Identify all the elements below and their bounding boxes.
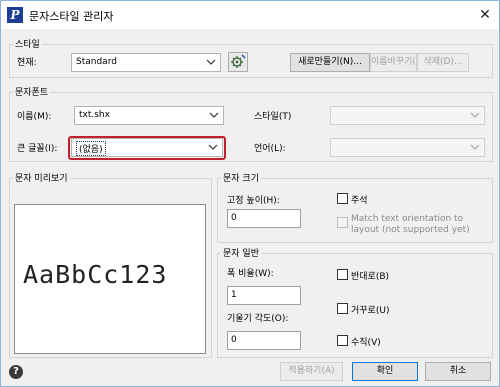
title-bar: P 문자스타일 관리자 ✕: [1, 1, 499, 29]
style-group-title: 스타일: [13, 37, 42, 50]
annotative-label: 주석: [351, 196, 368, 206]
vertical-checkbox[interactable]: [337, 335, 348, 346]
annotative-checkbox[interactable]: [337, 193, 348, 204]
text-style-manager-dialog: P 문자스타일 관리자 ✕ 스타일 현재: Standard 새로만들기(N).…: [0, 0, 500, 387]
font-name-label: 이름(M):: [17, 112, 52, 122]
chevron-down-icon: [209, 112, 219, 118]
match-orientation-label-line2: layout (not supported yet): [351, 225, 470, 235]
fixed-height-value: 0: [231, 213, 237, 223]
font-name-select[interactable]: txt.shx: [74, 106, 224, 125]
cancel-button[interactable]: 취소: [425, 362, 491, 381]
general-group-title: 문자 일반: [221, 246, 261, 259]
delete-style-button[interactable]: 삭제(D)...: [417, 53, 469, 72]
preview-sample-text: AaBbCc123: [23, 260, 168, 289]
window-title: 문자스타일 관리자: [29, 10, 114, 23]
current-style-label: 현재:: [17, 58, 37, 68]
upside-down-label: 반대로(B): [351, 272, 390, 282]
width-factor-value: 1: [231, 290, 237, 300]
style-settings-icon[interactable]: [228, 52, 248, 72]
fixed-height-input[interactable]: 0: [227, 209, 301, 228]
ok-button[interactable]: 확인: [352, 362, 418, 381]
rename-style-button[interactable]: 이름바꾸기(R): [370, 53, 417, 72]
help-icon[interactable]: ?: [9, 365, 23, 379]
text-preview-box: AaBbCc123: [14, 204, 206, 354]
oblique-angle-label: 기울기 각도(O):: [227, 314, 289, 324]
font-group-title: 문자폰트: [13, 85, 51, 98]
chevron-down-icon: [470, 144, 480, 150]
upside-down-checkbox[interactable]: [337, 269, 348, 280]
app-logo-icon: P: [7, 7, 23, 23]
fixed-height-label: 고정 높이(H):: [227, 196, 280, 206]
backwards-checkbox[interactable]: [337, 303, 348, 314]
match-orientation-label-line1: Match text orientation to: [351, 214, 464, 224]
backwards-label: 거꾸로(U): [351, 306, 390, 316]
width-factor-input[interactable]: 1: [227, 286, 301, 305]
language-select[interactable]: [330, 138, 485, 157]
size-group-title: 문자 크기: [221, 171, 261, 184]
chevron-down-icon: [470, 112, 480, 118]
font-name-value: txt.shx: [79, 110, 110, 120]
chevron-down-icon: [206, 59, 216, 65]
current-style-value: Standard: [76, 57, 117, 67]
new-style-button[interactable]: 새로만들기(N)...: [290, 53, 370, 72]
font-style-label: 스타일(T): [254, 112, 292, 122]
oblique-angle-input[interactable]: 0: [227, 331, 301, 350]
current-style-select[interactable]: Standard: [71, 53, 221, 72]
big-font-label: 큰 글꼴(I):: [17, 144, 58, 154]
preview-group-title: 문자 미리보기: [13, 171, 70, 184]
vertical-label: 수직(V): [351, 338, 381, 348]
gear-icon: [231, 54, 246, 68]
font-style-select[interactable]: [330, 106, 485, 125]
language-label: 언어(L):: [254, 144, 286, 154]
close-icon[interactable]: ✕: [475, 5, 495, 25]
match-orientation-checkbox[interactable]: [337, 217, 348, 228]
width-factor-label: 폭 비율(W):: [227, 269, 274, 279]
apply-button[interactable]: 적용하기(A): [280, 362, 343, 381]
oblique-angle-value: 0: [231, 335, 237, 345]
big-font-highlight: [68, 136, 226, 160]
